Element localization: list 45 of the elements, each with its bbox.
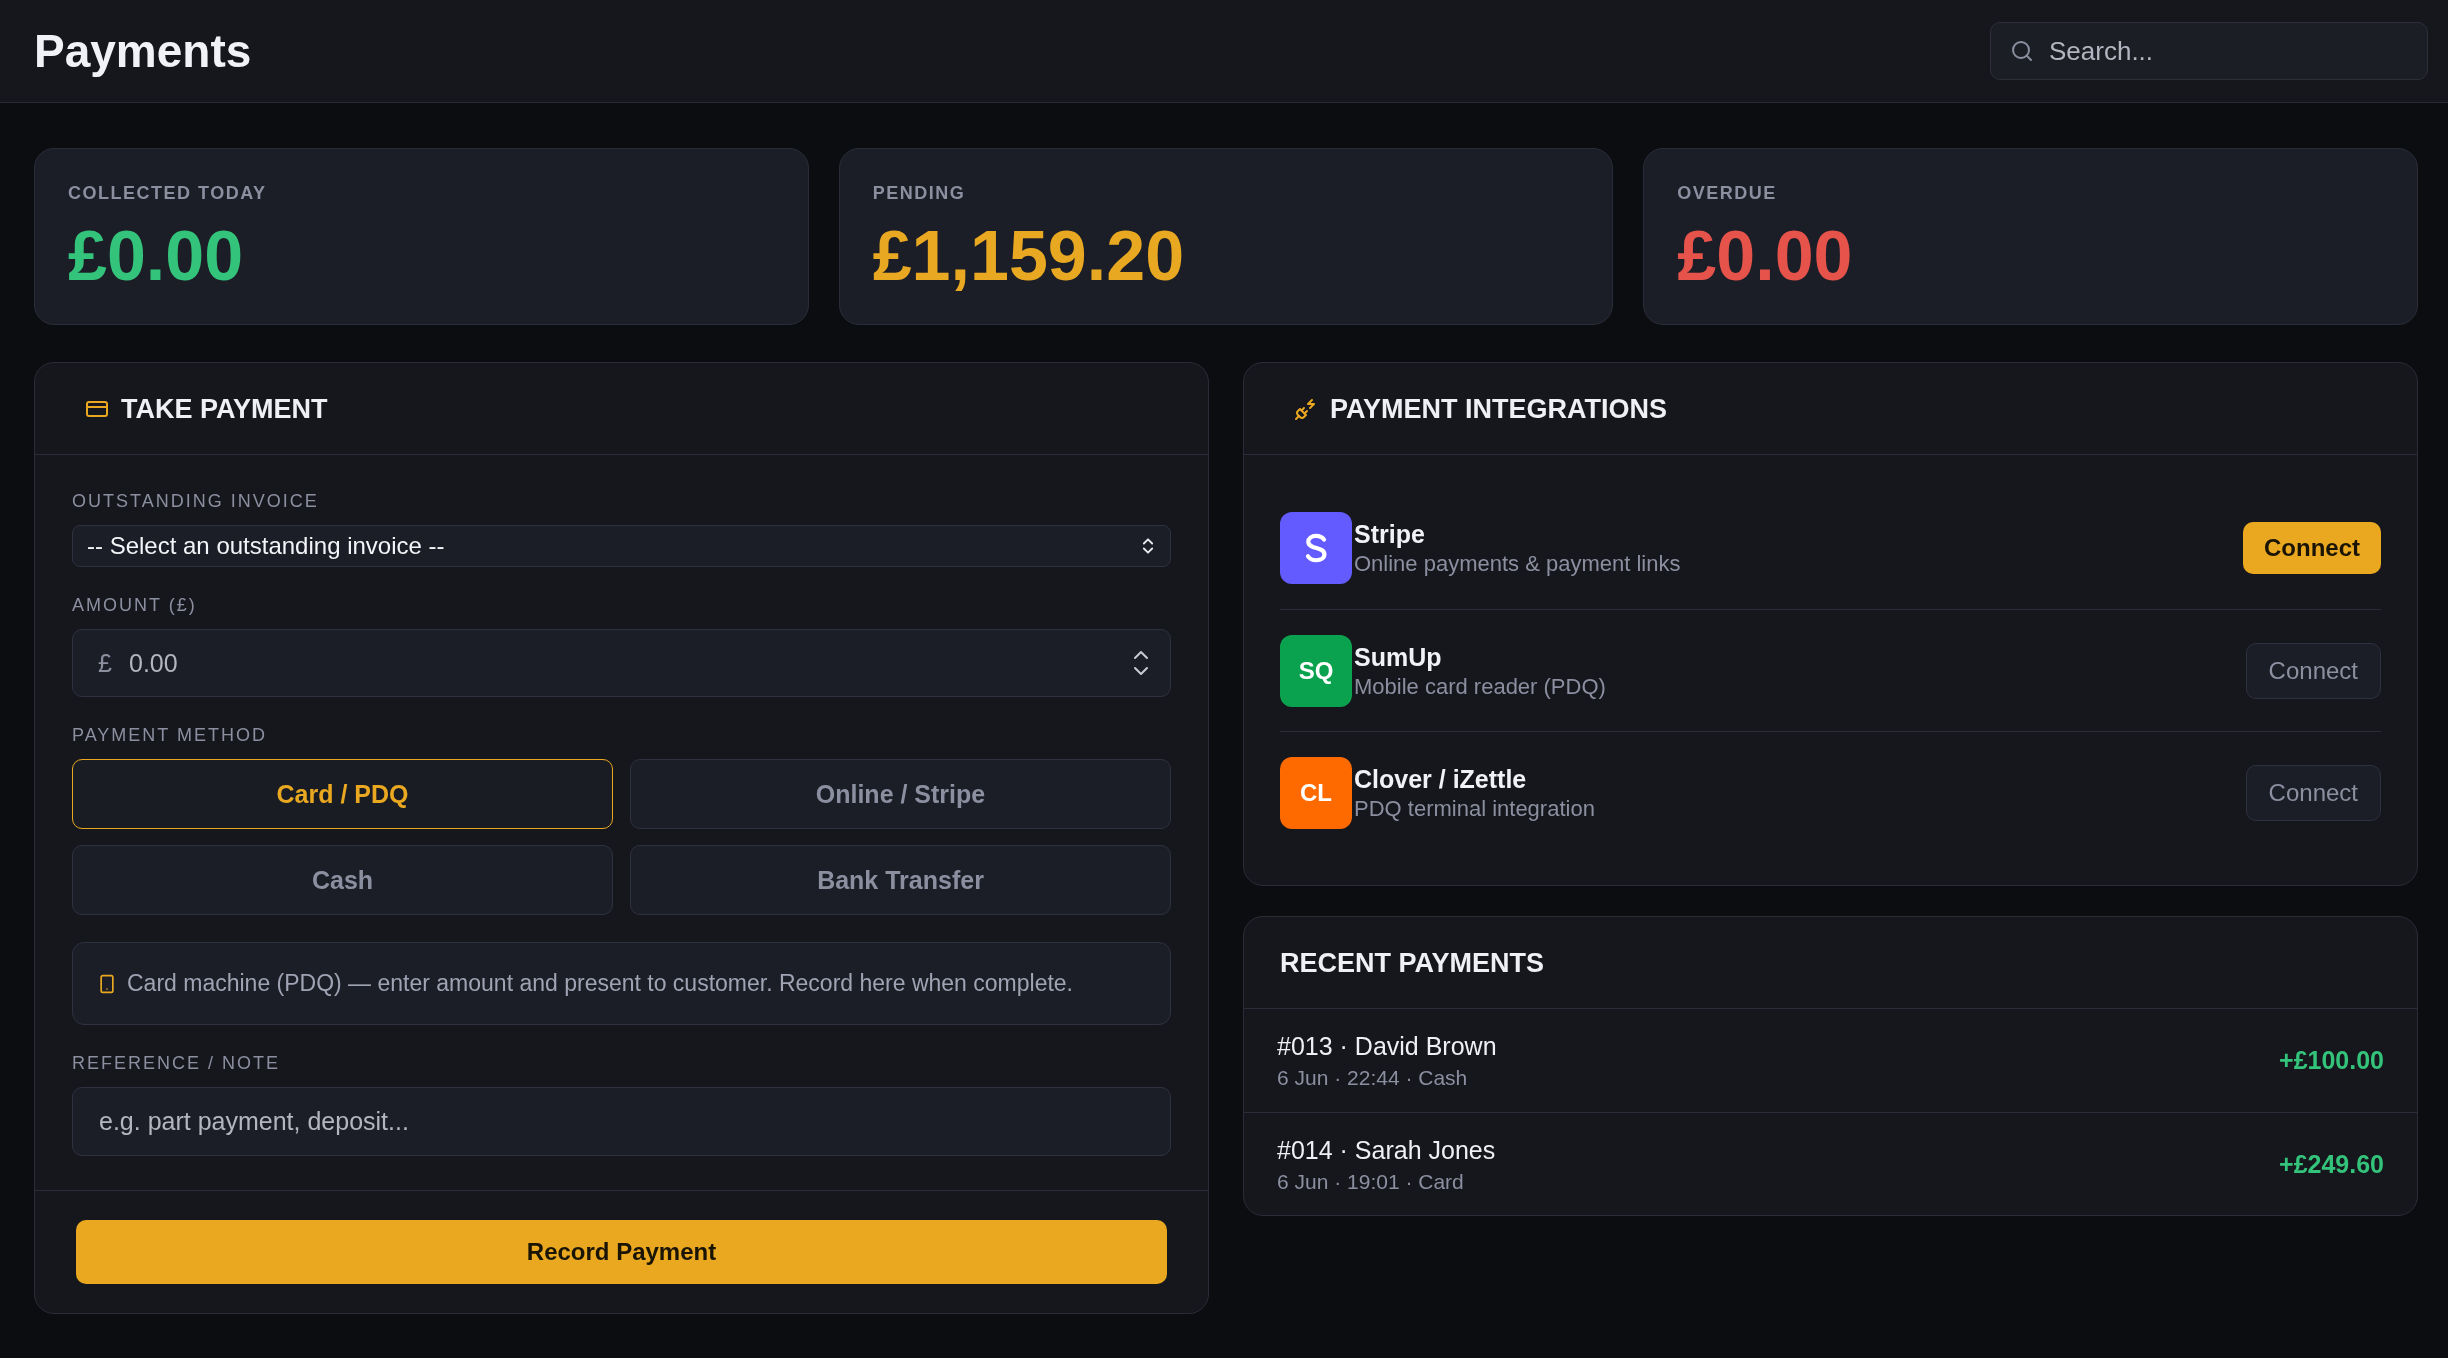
stat-label: COLLECTED TODAY	[68, 182, 267, 204]
stat-value: £1,159.20	[872, 220, 1185, 292]
initials-logo: CL	[1280, 756, 1352, 829]
page-title: Payments	[34, 24, 252, 79]
search-field[interactable]: Search...	[1990, 22, 2428, 80]
connect-button[interactable]: Connect	[2243, 522, 2381, 574]
payment-meta: 6 Jun · 22:44 · Cash	[1277, 1065, 1468, 1090]
initials-logo: SQ	[1280, 634, 1352, 707]
field-label: PAYMENT METHOD	[72, 724, 267, 746]
search-icon	[2010, 39, 2034, 63]
stat-value: £0.00	[1677, 220, 1853, 292]
payment-method-option[interactable]: Bank Transfer	[630, 845, 1171, 915]
currency-symbol: £	[98, 648, 112, 678]
plug-icon	[1294, 396, 1318, 421]
payment-amount: +£249.60	[2279, 1149, 2384, 1179]
reference-input[interactable]: e.g. part payment, deposit...	[72, 1087, 1171, 1156]
stat-value: £0.00	[68, 220, 244, 292]
integration-description: Mobile card reader (PDQ)	[1354, 673, 1606, 700]
integration-description: PDQ terminal integration	[1354, 795, 1595, 822]
connect-button[interactable]: Connect	[2245, 642, 2381, 699]
integration-name: SumUp	[1354, 641, 1442, 672]
field-label: REFERENCE / NOTE	[72, 1052, 281, 1074]
integration-name: Clover / iZettle	[1354, 763, 1527, 794]
payment-method-option[interactable]: Cash	[72, 845, 613, 915]
stat-label: PENDING	[872, 182, 966, 204]
payment-meta: 6 Jun · 19:01 · Card	[1277, 1168, 1464, 1194]
connect-button[interactable]: Connect	[2245, 764, 2381, 821]
stepper-arrows-icon[interactable]	[1133, 649, 1149, 677]
integration-name: Stripe	[1354, 519, 1425, 549]
stat-label: OVERDUE	[1677, 182, 1777, 204]
record-payment-button[interactable]: Record Payment	[76, 1220, 1167, 1284]
field-label: OUTSTANDING INVOICE	[72, 490, 319, 512]
integration-description: Online payments & payment links	[1354, 551, 1681, 577]
panel-title: RECENT PAYMENTS	[1280, 946, 1545, 979]
field-label: AMOUNT (£)	[72, 594, 197, 616]
panel-title: TAKE PAYMENT	[121, 392, 328, 425]
smartphone-icon	[97, 973, 117, 994]
info-text: Card machine (PDQ) — enter amount and present to customer. Record here when complete.	[127, 970, 1073, 997]
payment-amount: +£100.00	[2279, 1046, 2384, 1075]
invoice-select[interactable]: -- Select an outstanding invoice --	[72, 525, 1171, 567]
payment-method-option[interactable]: Card / PDQ	[72, 759, 613, 829]
panel-title: PAYMENT INTEGRATIONS	[1330, 392, 1668, 425]
payment-method-option[interactable]: Online / Stripe	[630, 759, 1171, 829]
payment-title: #013 · David Brown	[1277, 1031, 1497, 1061]
payment-title: #014 · Sarah Jones	[1277, 1134, 1496, 1165]
